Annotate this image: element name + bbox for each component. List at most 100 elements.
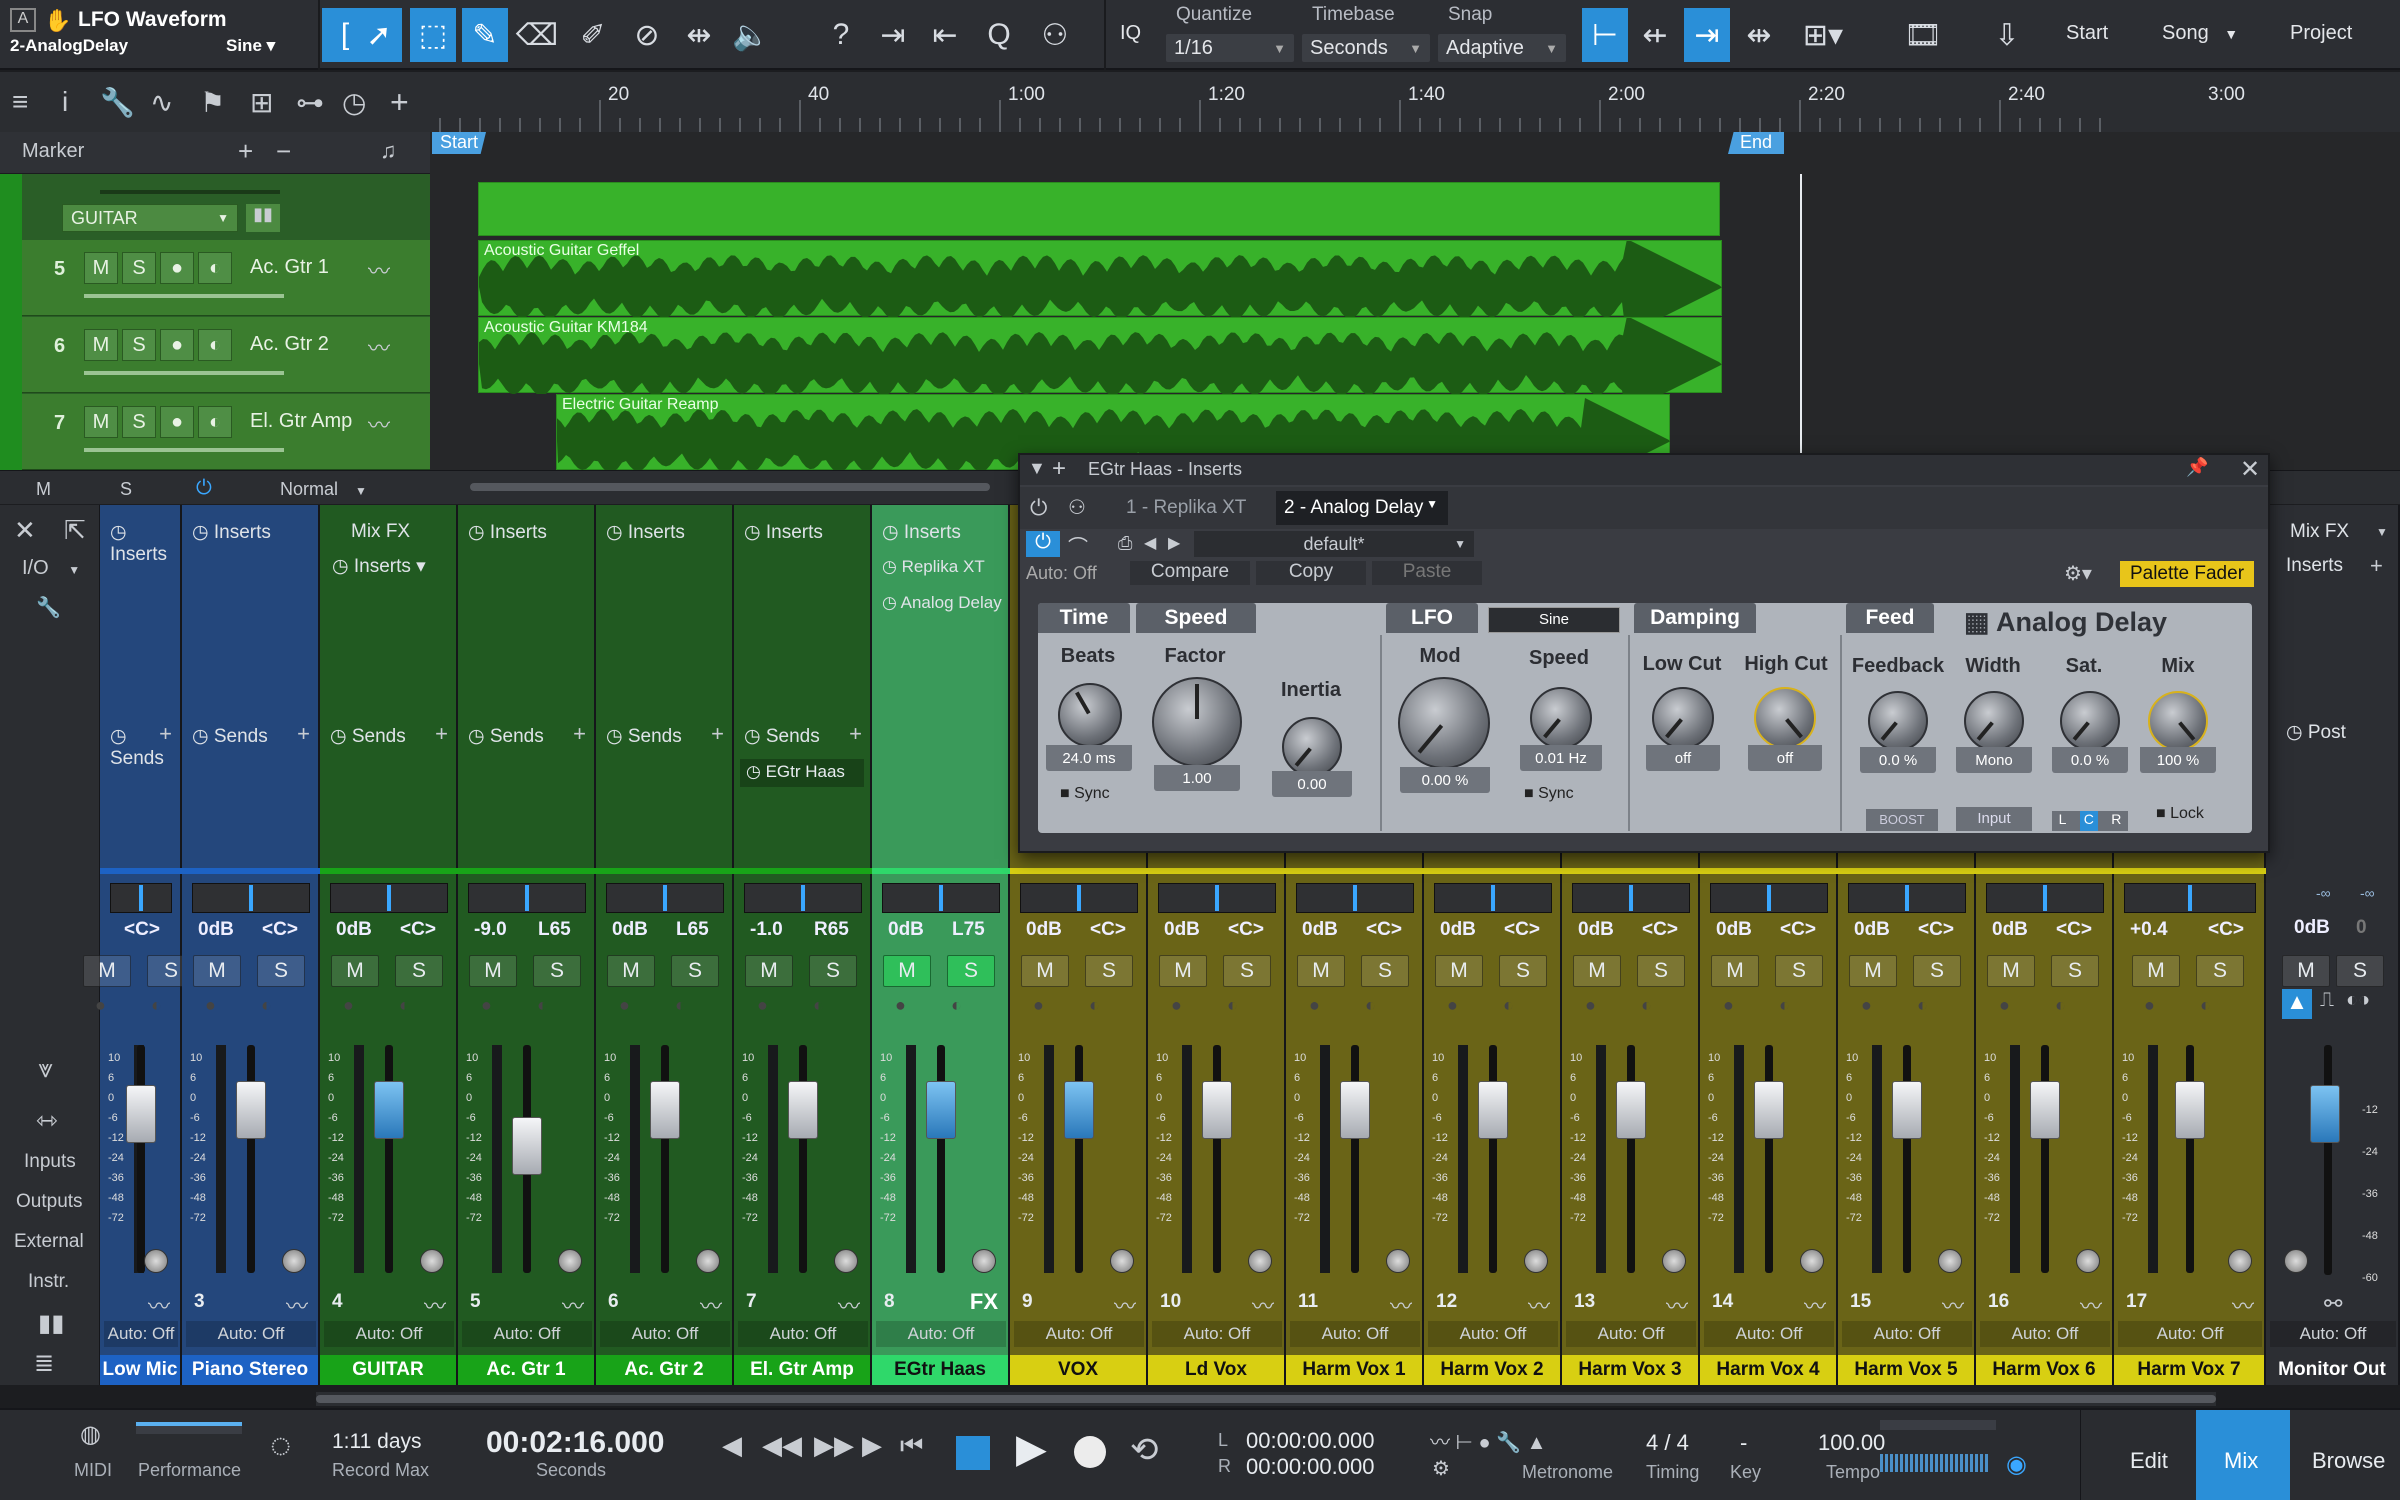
- monitor-inserts[interactable]: Inserts: [2286, 555, 2343, 577]
- automation-mode[interactable]: Auto: Off: [1152, 1321, 1282, 1347]
- volume-fader[interactable]: [788, 1081, 818, 1139]
- time-sync-toggle[interactable]: ■ Sync: [1060, 785, 1110, 803]
- waveform-icon[interactable]: 〰: [368, 331, 390, 363]
- banks-icon[interactable]: ▮▮: [38, 1309, 64, 1338]
- width-knob[interactable]: [1964, 691, 2024, 751]
- record-icon[interactable]: ●: [895, 995, 906, 1016]
- automation-mode[interactable]: Auto: Off: [104, 1321, 178, 1347]
- insert-slot-analog[interactable]: ◷ Analog Delay: [882, 593, 1002, 613]
- channel-pan[interactable]: <C>: [2208, 919, 2244, 941]
- automation-mode[interactable]: Auto: Off: [876, 1321, 1006, 1347]
- track-solo-button[interactable]: S: [122, 406, 156, 438]
- info-icon[interactable]: i: [62, 86, 68, 118]
- trim-knob[interactable]: [1800, 1249, 1824, 1273]
- volume-fader[interactable]: [1064, 1081, 1094, 1139]
- highcut-knob[interactable]: [1754, 687, 1816, 749]
- help-button[interactable]: ?: [818, 8, 864, 62]
- boost-button[interactable]: BOOST: [1866, 809, 1938, 831]
- channel-gain[interactable]: 0dB: [1578, 919, 1614, 941]
- inserts-label[interactable]: ◷ Inserts: [110, 521, 180, 566]
- next-preset-icon[interactable]: ▶: [1168, 533, 1180, 553]
- channel-gain[interactable]: 0dB: [1302, 919, 1338, 941]
- waveform-icon[interactable]: 〰: [1666, 1289, 1688, 1321]
- browse-view-button[interactable]: Browse: [2312, 1448, 2385, 1474]
- left-locator-time[interactable]: 00:00:00.000: [1246, 1428, 1374, 1454]
- lowcut-knob[interactable]: [1652, 687, 1714, 749]
- record-icon[interactable]: ●: [757, 995, 768, 1016]
- mute-button[interactable]: M: [1297, 955, 1345, 987]
- feedback-knob[interactable]: [1868, 691, 1928, 751]
- tracks-icon[interactable]: ⊶: [296, 86, 324, 119]
- external-button[interactable]: External: [14, 1231, 84, 1253]
- mix-view-button[interactable]: Mix: [2196, 1410, 2290, 1500]
- preset-select[interactable]: default* ▼: [1194, 531, 1474, 557]
- music-note-icon[interactable]: ♫: [380, 138, 397, 164]
- waveform-icon[interactable]: 〰: [700, 1289, 722, 1321]
- paint-tool-button[interactable]: ✐: [570, 8, 616, 62]
- tempo-value[interactable]: 100.00: [1818, 1430, 1885, 1456]
- monitor-auto[interactable]: Auto: Off: [2270, 1321, 2396, 1347]
- channel-name[interactable]: Piano Stereo: [182, 1355, 318, 1385]
- channel-pan[interactable]: <C>: [2056, 919, 2092, 941]
- inserts-label[interactable]: ◷ Inserts ▾: [332, 555, 426, 578]
- trim-knob[interactable]: [1248, 1249, 1272, 1273]
- add-send-icon[interactable]: +: [849, 721, 862, 747]
- list-icon[interactable]: ≣: [34, 1349, 54, 1378]
- automation-mode[interactable]: Auto: Off: [2118, 1321, 2262, 1347]
- monitor-icon[interactable]: ◐: [537, 995, 548, 1016]
- automation-mode[interactable]: Auto: Off: [1842, 1321, 1972, 1347]
- sends-label[interactable]: ◷ Sends: [468, 725, 544, 748]
- solo-button[interactable]: S: [2196, 955, 2244, 987]
- start-button[interactable]: Start: [2066, 22, 2108, 45]
- automation-icon[interactable]: ∿: [150, 86, 173, 119]
- inserts-label[interactable]: ◷ Inserts: [192, 521, 271, 544]
- play-button[interactable]: ▶: [1016, 1426, 1047, 1472]
- close-icon[interactable]: ✕: [2240, 455, 2260, 484]
- automation-mode[interactable]: Auto: Off: [462, 1321, 592, 1347]
- collapse-icon[interactable]: ▼: [1028, 458, 1046, 479]
- trim-knob[interactable]: [1938, 1249, 1962, 1273]
- track-name[interactable]: El. Gtr Amp: [250, 410, 352, 433]
- solo-button[interactable]: S: [947, 955, 995, 987]
- bend-tool-button[interactable]: ⚇: [1032, 8, 1078, 62]
- channel-name[interactable]: Ld Vox: [1148, 1355, 1284, 1385]
- mute-button[interactable]: M: [1021, 955, 1069, 987]
- trim-knob[interactable]: [972, 1249, 996, 1273]
- track-mute-button[interactable]: M: [84, 252, 118, 284]
- timebase-select[interactable]: Seconds ▼: [1302, 34, 1430, 62]
- edit-view-button[interactable]: Edit: [2130, 1448, 2168, 1474]
- volume-fader[interactable]: [126, 1085, 156, 1143]
- start-marker[interactable]: Start: [432, 132, 487, 154]
- horizontal-scrollbar[interactable]: [470, 483, 990, 491]
- channel-gain[interactable]: 0dB: [336, 919, 372, 941]
- song-button[interactable]: Song ▼: [2162, 22, 2238, 45]
- volume-fader[interactable]: [926, 1081, 956, 1139]
- record-icon[interactable]: ●: [1585, 995, 1596, 1016]
- channel-gain[interactable]: 0dB: [1026, 919, 1062, 941]
- nudge-right-button[interactable]: ⇥: [870, 8, 916, 62]
- channel-gain[interactable]: 0dB: [198, 919, 234, 941]
- tab-analog-delay[interactable]: 2 - Analog Delay ▼: [1276, 491, 1448, 525]
- key-value[interactable]: -: [1740, 1430, 1747, 1456]
- mix-knob[interactable]: [2148, 691, 2208, 751]
- monitor-icon[interactable]: ◐: [198, 406, 232, 438]
- automation-mode[interactable]: Auto: Off: [1980, 1321, 2110, 1347]
- sends-label[interactable]: ◷ Sends: [192, 725, 268, 748]
- menu-icon[interactable]: ≡: [12, 86, 28, 118]
- waveform-icon[interactable]: 〰: [2080, 1289, 2102, 1321]
- mod-knob[interactable]: [1398, 677, 1490, 769]
- add-send-icon[interactable]: +: [159, 721, 172, 747]
- monitor-icon[interactable]: ◐: [1641, 995, 1652, 1016]
- insert-slot-replika[interactable]: ◷ Replika XT: [882, 557, 985, 577]
- automation-mode[interactable]: Auto: Off: [324, 1321, 454, 1347]
- listen-tool-button[interactable]: 🔈: [728, 8, 774, 62]
- add-send-icon[interactable]: +: [573, 721, 586, 747]
- waveform-icon[interactable]: 〰: [838, 1289, 860, 1321]
- record-arm-icon[interactable]: ●: [160, 329, 194, 361]
- monitor-post[interactable]: ◷ Post: [2286, 721, 2346, 744]
- video-icon[interactable]: 🎞: [1900, 8, 1946, 62]
- solo-button[interactable]: S: [1913, 955, 1961, 987]
- global-solo-button[interactable]: S: [120, 479, 132, 500]
- channel-pan[interactable]: L65: [538, 919, 571, 941]
- wave-selector[interactable]: Sine ▾: [226, 36, 275, 56]
